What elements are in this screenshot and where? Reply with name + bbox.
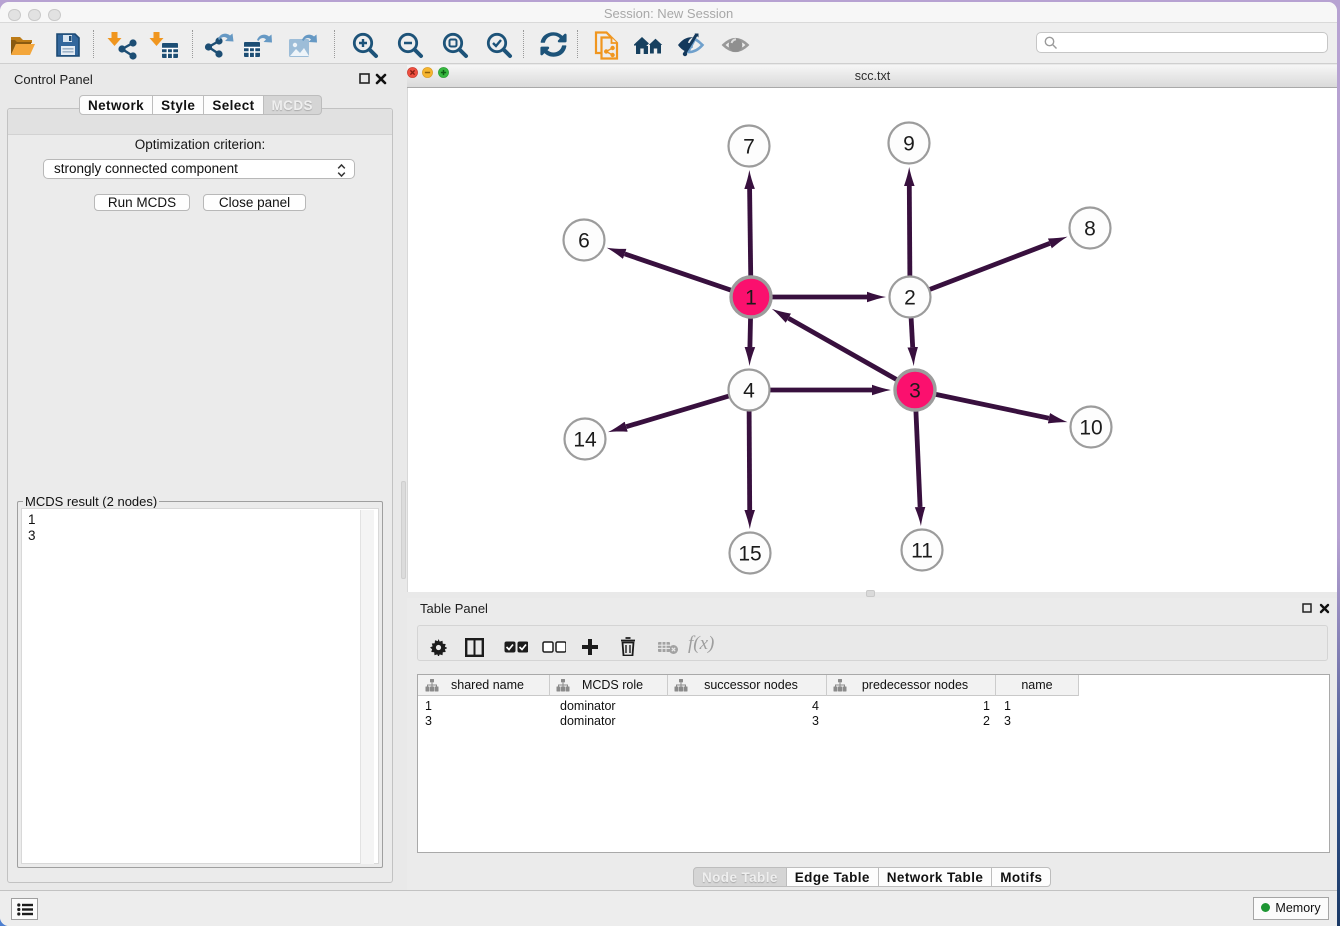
svg-text:10: 10: [1079, 417, 1102, 440]
svg-text:11: 11: [911, 540, 933, 563]
svg-text:3: 3: [909, 380, 921, 403]
svg-text:4: 4: [743, 380, 755, 403]
svg-text:15: 15: [738, 543, 761, 566]
svg-text:14: 14: [573, 429, 597, 452]
svg-text:1: 1: [745, 287, 757, 310]
svg-text:2: 2: [904, 287, 916, 310]
svg-text:9: 9: [903, 133, 915, 156]
svg-text:6: 6: [578, 230, 590, 253]
svg-text:7: 7: [743, 136, 755, 159]
svg-text:8: 8: [1084, 218, 1096, 241]
